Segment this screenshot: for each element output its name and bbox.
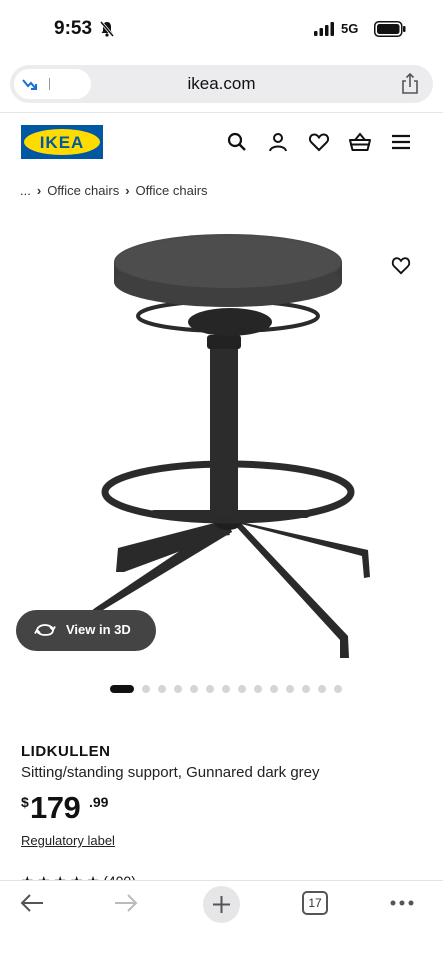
chevron-right-icon: › [36,183,42,198]
search-icon[interactable] [225,130,249,154]
product-description: Sitting/standing support, Gunnared dark … [21,764,320,781]
price-currency: $ [21,794,29,810]
divider [0,112,443,113]
price-integer: 179 [30,790,81,825]
ikea-logo[interactable]: IKEA [21,125,103,159]
account-icon[interactable] [266,130,290,154]
gallery-dot[interactable] [110,685,134,693]
stool-seat [114,234,342,307]
gallery-dot[interactable] [142,685,150,693]
breadcrumb: ... › Office chairs › Office chairs [20,183,208,198]
heart-icon[interactable] [390,255,412,275]
gallery-dot[interactable] [158,685,166,693]
new-tab-button[interactable] [203,886,240,923]
signal-icon [314,22,334,36]
menu-icon[interactable] [389,130,413,154]
status-time: 9:53 [54,18,93,39]
gallery-dot[interactable] [302,685,310,693]
url-text[interactable]: ikea.com [10,74,433,94]
gallery-dot[interactable] [206,685,214,693]
gas-column [210,345,238,515]
gallery-dot[interactable] [222,685,230,693]
battery-icon [374,21,406,37]
network-type: 5G [341,21,359,36]
regulatory-label-link[interactable]: Regulatory label [21,833,115,848]
gallery-dot[interactable] [270,685,278,693]
gallery-dot[interactable] [174,685,182,693]
gallery-dot[interactable] [318,685,326,693]
heart-icon[interactable] [307,130,331,154]
back-arrow-icon[interactable] [19,891,45,915]
basket-icon[interactable] [348,130,372,154]
gallery-pagination[interactable] [110,684,342,694]
price-decimal: .99 [89,794,109,810]
status-bar: 9:53 5G [0,0,443,58]
view-in-3d-button[interactable]: View in 3D [16,610,156,651]
view-in-3d-label: View in 3D [66,622,131,637]
breadcrumb-ellipsis[interactable]: ... [20,183,31,198]
address-bar[interactable]: ikea.com [10,65,433,103]
rotate-3d-icon [34,624,56,636]
gallery-dot[interactable] [286,685,294,693]
tab-count-button[interactable]: 17 [302,891,328,915]
gallery-dot[interactable] [334,685,342,693]
gallery-dot[interactable] [238,685,246,693]
product-image[interactable] [0,215,443,670]
chevron-right-icon: › [125,183,130,198]
gallery-dot[interactable] [254,685,262,693]
more-icon[interactable] [390,900,414,906]
seat-mechanism [188,308,272,336]
breadcrumb-item[interactable]: Office chairs [47,183,119,198]
column-collar [207,335,241,349]
bell-muted-icon [100,21,114,37]
forward-arrow-icon[interactable] [113,891,139,915]
gallery-dot[interactable] [190,685,198,693]
product-name[interactable]: LIDKULLEN [21,743,111,760]
breadcrumb-item[interactable]: Office chairs [136,183,208,198]
plus-icon [213,896,230,913]
share-icon[interactable] [401,73,419,95]
logo-text: IKEA [40,133,85,152]
browser-toolbar: 17 [0,880,443,960]
